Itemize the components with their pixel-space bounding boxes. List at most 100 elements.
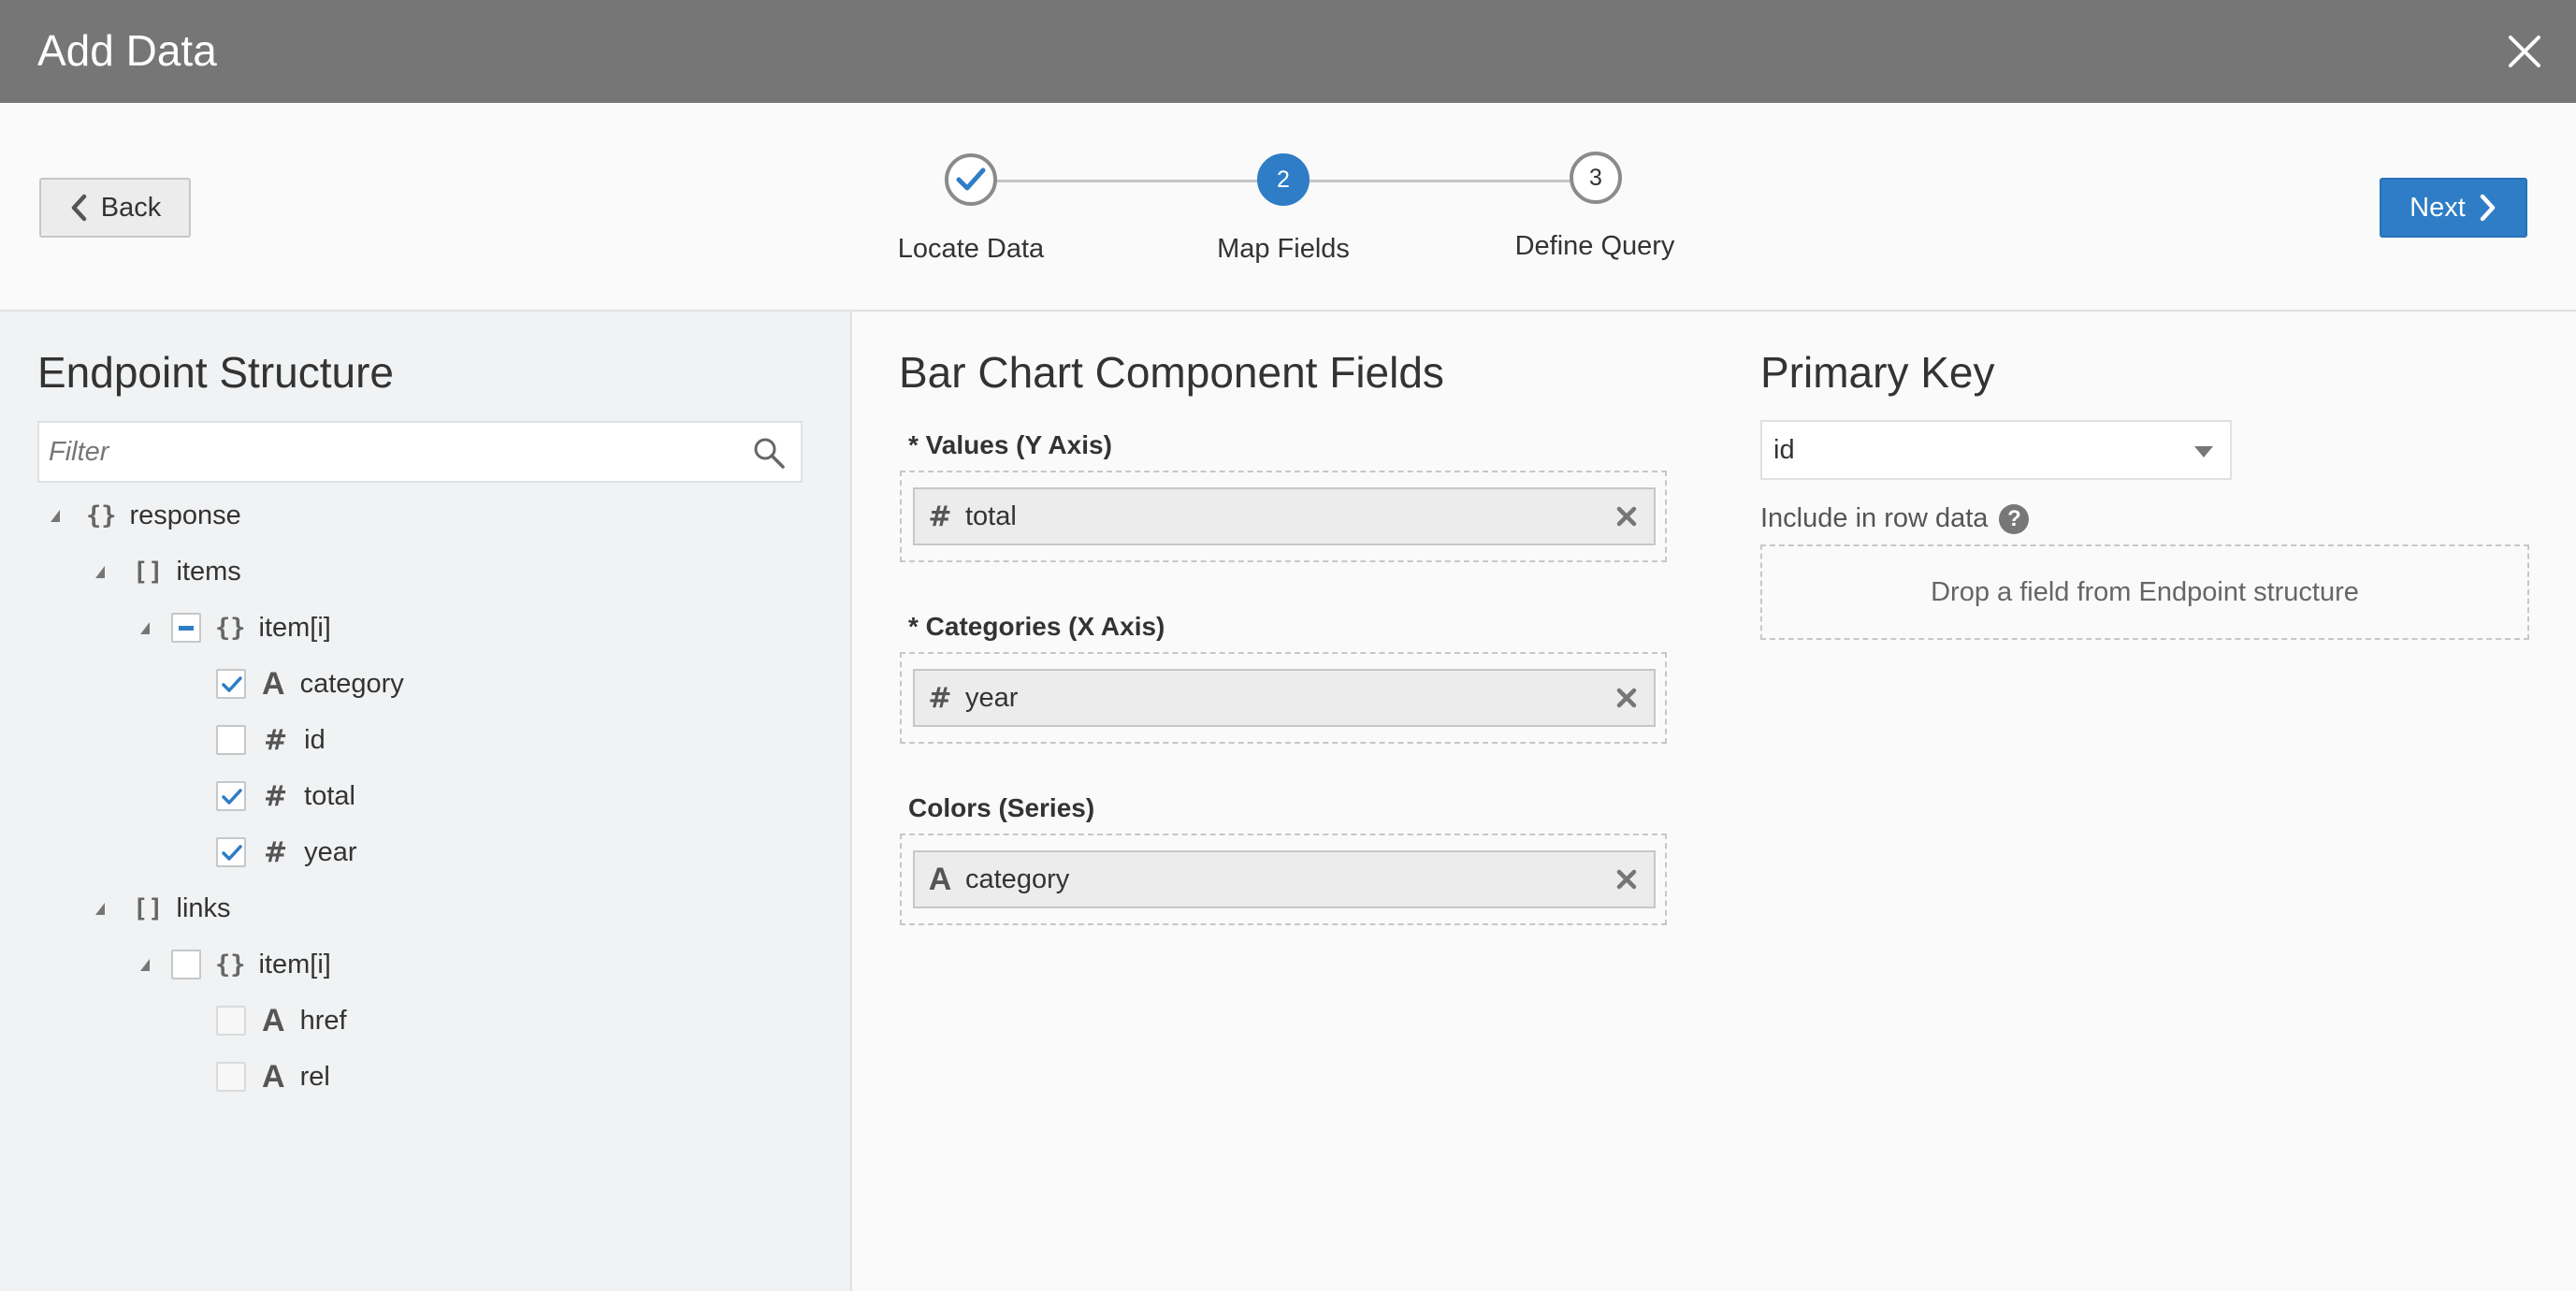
values-chip[interactable]: # total	[913, 487, 1656, 545]
checkbox-year[interactable]	[216, 837, 246, 867]
back-label: Back	[100, 192, 162, 223]
remove-icon[interactable]	[1613, 502, 1641, 530]
close-icon[interactable]	[2501, 28, 2548, 75]
next-label: Next	[2410, 192, 2466, 223]
string-type-icon: A	[262, 1058, 285, 1095]
values-dropzone[interactable]: # total	[900, 471, 1667, 562]
component-fields-heading: Bar Chart Component Fields	[899, 348, 1444, 397]
object-icon: {}	[86, 500, 117, 530]
number-type-icon: #	[264, 779, 288, 813]
step-3-label[interactable]: Define Query	[1515, 231, 1675, 262]
chip-label: category	[965, 863, 1070, 894]
checkbox-rel[interactable]	[216, 1062, 246, 1092]
dialog-title: Add Data	[37, 26, 217, 75]
tree-node-links[interactable]: [] links	[95, 890, 231, 927]
expand-triangle-icon[interactable]	[95, 565, 105, 578]
number-type-icon: #	[264, 723, 288, 757]
tree-node-response[interactable]: {} response	[51, 497, 241, 534]
primary-key-heading: Primary Key	[1760, 348, 1995, 397]
checkmark-icon	[222, 845, 242, 861]
number-type-icon: #	[264, 835, 288, 869]
tree-leaf-href[interactable]: A href	[262, 1002, 347, 1039]
help-icon[interactable]: ?	[1999, 503, 2030, 534]
step-2-indicator[interactable]: 2	[1257, 153, 1310, 206]
checkmark-icon	[222, 789, 242, 805]
categories-label: * Categories (X Axis)	[908, 612, 1165, 641]
tree-node-label: items	[176, 556, 241, 587]
remove-icon[interactable]	[1613, 684, 1641, 712]
checkbox-items-item-mixed[interactable]	[171, 613, 201, 643]
remove-icon[interactable]	[1613, 865, 1641, 893]
tree-node-label: item[i]	[258, 612, 331, 643]
number-type-icon: #	[928, 500, 952, 533]
tree-node-label: href	[299, 1005, 347, 1036]
tree-leaf-category[interactable]: A category	[262, 665, 404, 703]
step-3-indicator[interactable]: 3	[1570, 152, 1622, 204]
chip-label: year	[965, 682, 1019, 713]
search-icon[interactable]	[752, 436, 786, 470]
dialog-titlebar: Add Data	[0, 0, 2576, 103]
expand-triangle-icon[interactable]	[95, 902, 105, 915]
colors-dropzone[interactable]: A category	[900, 834, 1667, 925]
string-type-icon: A	[928, 861, 952, 897]
chevron-left-icon	[71, 194, 86, 222]
string-type-icon: A	[262, 1002, 285, 1038]
values-label: * Values (Y Axis)	[908, 430, 1112, 459]
string-type-icon: A	[262, 665, 285, 702]
tree-node-label: item[i]	[258, 949, 331, 979]
tree-node-label: rel	[299, 1061, 330, 1092]
colors-chip[interactable]: A category	[913, 850, 1656, 908]
step-2-label[interactable]: Map Fields	[1217, 234, 1350, 265]
checkmark-icon	[222, 676, 242, 692]
step-1-label[interactable]: Locate Data	[898, 234, 1044, 265]
array-icon: []	[133, 557, 164, 587]
tree-node-label: total	[304, 780, 355, 811]
tree-node-links-item-label: {} item[i]	[215, 946, 331, 983]
tree-node-links-item[interactable]	[140, 946, 150, 983]
chevron-right-icon	[2480, 194, 2496, 222]
checkbox-category[interactable]	[216, 669, 246, 699]
tree-node-label: year	[304, 836, 357, 867]
tree-leaf-total[interactable]: # total	[264, 777, 355, 815]
next-button[interactable]: Next	[2380, 178, 2527, 238]
object-icon: {}	[215, 950, 246, 979]
checkbox-links-item[interactable]	[171, 950, 201, 979]
array-icon: []	[133, 893, 164, 923]
tree-node-label: links	[176, 892, 231, 923]
expand-triangle-icon[interactable]	[140, 621, 150, 634]
checkbox-id[interactable]	[216, 725, 246, 755]
back-button[interactable]: Back	[39, 178, 191, 238]
row-data-dropzone[interactable]: Drop a field from Endpoint structure	[1760, 544, 2529, 640]
tree-node-label: response	[129, 500, 241, 530]
primary-key-select[interactable]: id	[1760, 420, 2232, 480]
checkbox-href[interactable]	[216, 1006, 246, 1036]
endpoint-structure-panel: Endpoint Structure {} response [] items …	[0, 312, 852, 1291]
dropdown-caret-icon[interactable]	[2194, 446, 2213, 457]
tree-node-label: id	[304, 724, 326, 755]
checkbox-total[interactable]	[216, 781, 246, 811]
object-icon: {}	[215, 613, 246, 643]
filter-input[interactable]	[39, 423, 731, 481]
train-connector	[1310, 180, 1570, 182]
filter-field[interactable]	[37, 421, 803, 483]
categories-dropzone[interactable]: # year	[900, 652, 1667, 744]
categories-chip[interactable]: # year	[913, 669, 1656, 727]
wizard-header: Back Locate Data 2 Map Fields 3 Define Q…	[0, 103, 2576, 312]
tree-node-items[interactable]: [] items	[95, 553, 241, 590]
include-row-data: Include in row data ?	[1760, 503, 2030, 534]
expand-triangle-icon[interactable]	[51, 509, 60, 522]
tree-node-items-item-label: {} item[i]	[215, 609, 331, 646]
tree-leaf-id[interactable]: # id	[264, 721, 326, 759]
chip-label: total	[965, 500, 1017, 531]
tree-leaf-rel[interactable]: A rel	[262, 1058, 330, 1095]
train-connector	[997, 180, 1257, 182]
dropzone-hint: Drop a field from Endpoint structure	[1931, 576, 2359, 607]
tree-node-label: category	[299, 668, 404, 699]
colors-label: Colors (Series)	[908, 793, 1095, 822]
expand-triangle-icon[interactable]	[140, 958, 150, 971]
tree-leaf-year[interactable]: # year	[264, 834, 357, 871]
primary-key-value: id	[1773, 435, 1795, 465]
include-row-data-label: Include in row data	[1760, 503, 1989, 533]
step-1-check-icon[interactable]	[945, 153, 997, 206]
tree-node-items-item[interactable]	[140, 609, 150, 646]
